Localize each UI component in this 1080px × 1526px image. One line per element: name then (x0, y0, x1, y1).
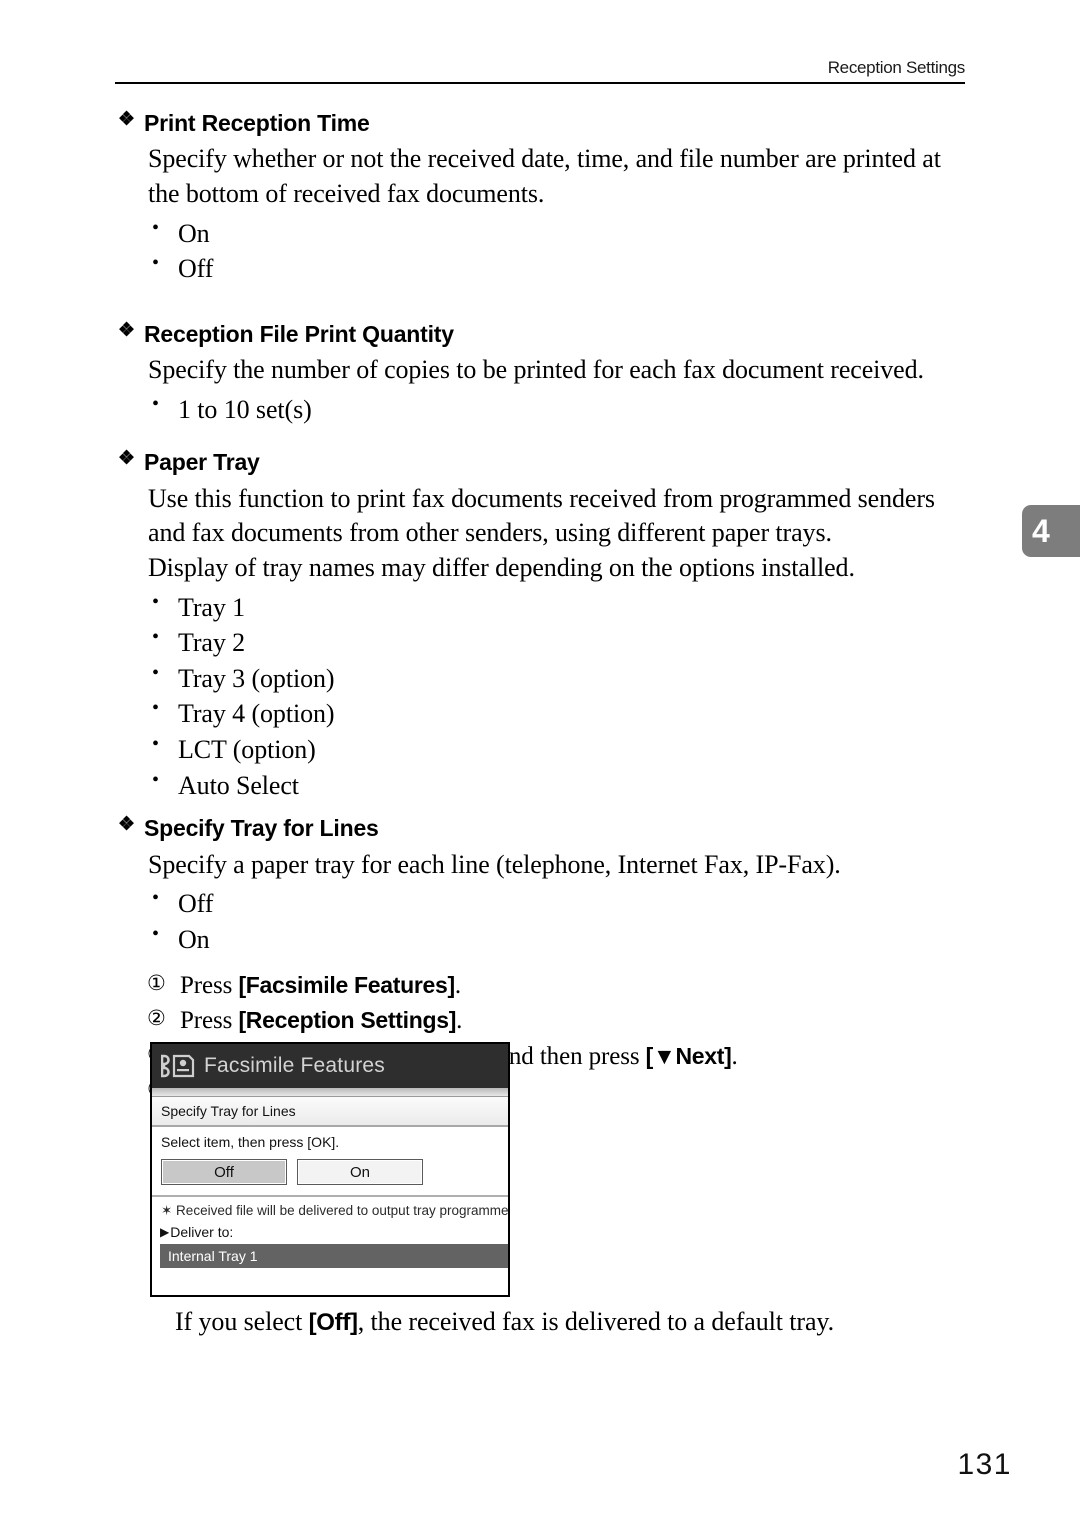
section-title: Specify Tray for Lines (144, 815, 379, 842)
triangle-right-icon: ▶ (160, 1225, 170, 1239)
step-text-pre: Press (180, 971, 239, 999)
lcd-title-bar: Facsimile Features (152, 1044, 508, 1088)
lcd-breadcrumb: Specify Tray for Lines (152, 1097, 508, 1127)
running-header-text: Reception Settings (827, 58, 966, 77)
list-item: Tray 2 (0, 624, 1080, 661)
option-list: 1 to 10 set(s) (0, 391, 1080, 428)
list-item: Off (0, 885, 1080, 922)
lcd-option-buttons: Off On (152, 1157, 508, 1185)
list-item: Tray 1 (0, 589, 1080, 626)
running-header: Reception Settings (115, 58, 965, 84)
step-text-post: . (454, 971, 462, 999)
section-heading: ❖ Specify Tray for Lines (0, 814, 1080, 842)
diamond-bullet-icon: ❖ (118, 814, 135, 836)
diamond-bullet-icon: ❖ (118, 448, 135, 470)
section-body: Specify whether or not the received date… (148, 144, 941, 209)
list-item: On (0, 215, 1080, 252)
section-body-line-1: Use this function to print fax documents… (148, 483, 935, 513)
closing-text-pre: If you select (175, 1307, 309, 1336)
section-heading: ❖ Reception File Print Quantity (0, 319, 1080, 347)
section-heading: ❖ Print Reception Time (0, 109, 1080, 136)
step-text-pre: Press (180, 1007, 239, 1034)
step-item: ② Press [Reception Settings]. (0, 1003, 1080, 1039)
diamond-bullet-icon: ❖ (118, 109, 135, 130)
list-item: Off (0, 250, 1080, 287)
step-item: ① Press [Facsimile Features]. (0, 968, 1080, 1004)
lcd-deliver-to-text: Deliver to: (170, 1224, 234, 1240)
section-reception-file-print-quantity: ❖ Reception File Print Quantity Specify … (0, 319, 1080, 428)
option-list: Off On (0, 885, 1080, 958)
diamond-bullet-icon: ❖ (118, 319, 135, 341)
step-key: [Facsimile Features] (238, 971, 455, 998)
section-body-line-2: and fax documents from other senders, us… (148, 518, 832, 548)
lcd-off-button[interactable]: Off (161, 1159, 287, 1185)
step-number: ① (147, 970, 166, 995)
lcd-title-text: Facsimile Features (204, 1054, 385, 1077)
section-title: Print Reception Time (144, 110, 370, 136)
step-text-post: . (731, 1042, 738, 1070)
lcd-instruction-text: Select item, then press [OK]. (161, 1134, 340, 1150)
step-number: ② (147, 1006, 166, 1030)
lcd-breadcrumb-text: Specify Tray for Lines (161, 1103, 296, 1119)
section-title: Reception File Print Quantity (144, 320, 454, 347)
fax-machine-icon (160, 1053, 195, 1079)
list-item: Tray 4 (option) (0, 695, 1080, 732)
lcd-on-button[interactable]: On (297, 1159, 423, 1185)
closing-text-post: , the received fax is delivered to a def… (357, 1307, 835, 1336)
lcd-note-text: ✶ Received file will be delivered to out… (161, 1203, 510, 1218)
list-item: LCT (option) (0, 731, 1080, 768)
list-item: 1 to 10 set(s) (0, 391, 1080, 428)
option-list: Tray 1 Tray 2 Tray 3 (option) Tray 4 (op… (0, 589, 1080, 804)
page-number-text: 131 (957, 1448, 1012, 1481)
step-text-post: . (456, 1007, 463, 1034)
lcd-tray-selection[interactable]: Internal Tray 1 (160, 1244, 508, 1268)
list-item: Auto Select (0, 767, 1080, 804)
list-item: On (0, 921, 1080, 958)
section-body-line-3: Display of tray names may differ dependi… (148, 553, 855, 583)
list-item: Tray 3 (option) (0, 660, 1080, 697)
section-print-reception-time: ❖ Print Reception Time Specify whether o… (0, 109, 1080, 287)
lcd-panel-screenshot: Facsimile Features Specify Tray for Line… (150, 1042, 510, 1297)
closing-paragraph: If you select [Off], the received fax is… (0, 1305, 1080, 1340)
lcd-deliver-to-label: ▶ Deliver to: (152, 1219, 508, 1240)
step-key: [Reception Settings] (238, 1007, 457, 1033)
section-body: Specify a paper tray for each line (tele… (148, 849, 841, 879)
section-paper-tray: ❖ Paper Tray Use this function to print … (0, 449, 1080, 803)
lcd-instruction: Select item, then press [OK]. (152, 1127, 508, 1157)
section-title: Paper Tray (144, 449, 260, 476)
lcd-subbar-divider (152, 1088, 508, 1097)
option-list: On Off (0, 215, 1080, 287)
page-number: 131 (0, 1448, 1012, 1482)
closing-key: [Off] (308, 1309, 358, 1336)
step-key-secondary: [▼Next] (645, 1042, 732, 1069)
page-content: ❖ Print Reception Time Specify whether o… (0, 109, 1080, 1110)
section-body: Specify the number of copies to be print… (148, 355, 924, 385)
section-heading: ❖ Paper Tray (0, 448, 1080, 476)
lcd-tray-value: Internal Tray 1 (168, 1248, 258, 1264)
